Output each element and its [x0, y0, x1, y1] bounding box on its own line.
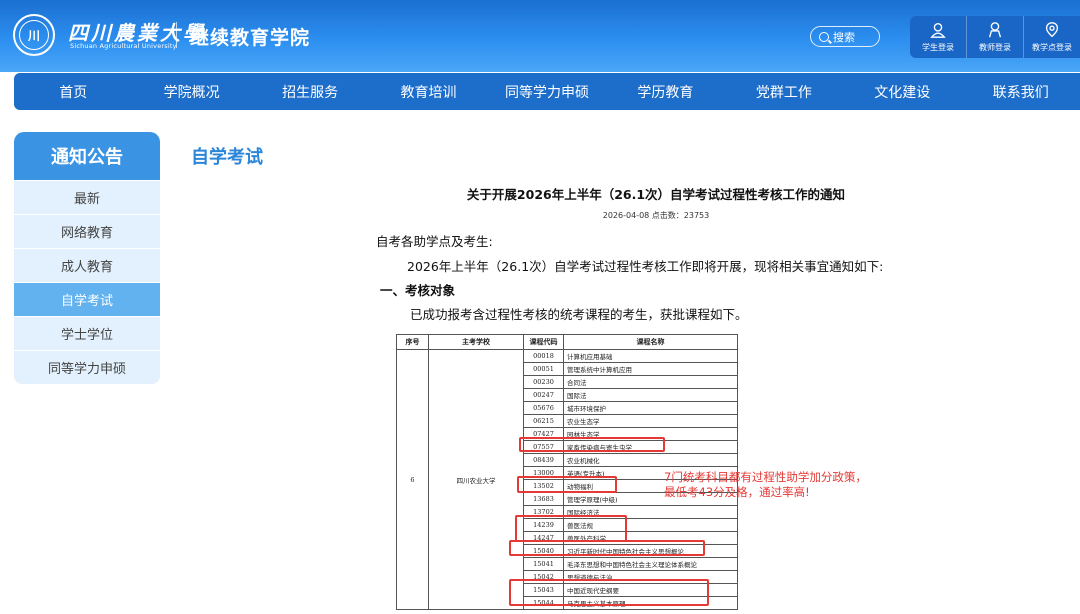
course-name-cell: 城市环境保护 — [563, 401, 738, 415]
sidebar-item-equivalent-degree[interactable]: 同等学力申硕 — [14, 351, 160, 384]
course-code-cell: 05676 — [523, 401, 564, 415]
teaching-site-login-label: 教学点登录 — [1032, 43, 1072, 52]
highlight-box — [519, 437, 665, 452]
location-pin-icon — [1045, 22, 1059, 38]
course-code-cell: 08439 — [523, 453, 564, 467]
column-header: 序号 — [396, 334, 429, 350]
nav-item-contact[interactable]: 联系我们 — [962, 73, 1080, 110]
teacher-login-button[interactable]: 教师登录 — [966, 16, 1023, 58]
annotation-line: 最低考43分及格，通过率高! — [664, 485, 810, 499]
nav-item-equivalent-degree[interactable]: 同等学力申硕 — [488, 73, 606, 110]
highlight-box — [515, 515, 627, 542]
course-code-cell: 15041 — [523, 557, 564, 571]
course-name-cell: 计算机应用基础 — [563, 349, 738, 363]
course-name-cell: 毛泽东思想和中国特色社会主义理论体系概论 — [563, 557, 738, 571]
sidebar-item-bachelor-degree[interactable]: 学士学位 — [14, 317, 160, 350]
nav-item-training[interactable]: 教育培训 — [369, 73, 487, 110]
site-header: 川 四川農業大學 Sichuan Agricultural University… — [0, 0, 1080, 72]
article-paragraph: 已成功报考含过程性考核的统考课程的考生，获批课程如下。 — [410, 307, 748, 322]
student-login-label: 学生登录 — [922, 43, 954, 52]
sidebar-item-self-study-exam[interactable]: 自学考试 — [14, 283, 160, 316]
column-header: 主考学校 — [428, 334, 524, 350]
nav-item-admissions[interactable]: 招生服务 — [251, 73, 369, 110]
table-row: 6 四川农业大学 00018 计算机应用基础 — [396, 349, 738, 610]
login-panel: 学生登录 教师登录 教学点登录 — [910, 16, 1080, 58]
course-code-cell: 00051 — [523, 362, 564, 376]
course-name-cell: 农业生态学 — [563, 414, 738, 428]
course-code-cell: 06215 — [523, 414, 564, 428]
logo-divider — [176, 22, 177, 48]
nav-item-home[interactable]: 首页 — [14, 73, 132, 110]
course-name-cell: 管理系统中计算机应用 — [563, 362, 738, 376]
sidebar-item-latest[interactable]: 最新 — [14, 181, 160, 214]
course-code-cell: 00230 — [523, 375, 564, 389]
section-title: 自学考试 — [191, 147, 263, 168]
course-code-cell: 00247 — [523, 388, 564, 402]
column-header: 课程名称 — [563, 334, 738, 350]
school-cell: 四川农业大学 — [428, 349, 524, 610]
university-seal-logo[interactable]: 川 — [13, 14, 55, 56]
university-name-en: Sichuan Agricultural University — [70, 42, 177, 50]
teacher-login-label: 教师登录 — [979, 43, 1011, 52]
course-code-cell: 13683 — [523, 492, 564, 506]
student-login-button[interactable]: 学生登录 — [910, 16, 966, 58]
seq-cell: 6 — [396, 349, 429, 610]
article-meta: 2026-04-08 点击数：23753 — [602, 211, 710, 220]
nav-item-culture[interactable]: 文化建设 — [843, 73, 961, 110]
search-box[interactable]: 搜索 — [810, 26, 880, 47]
sidebar-item-online-education[interactable]: 网络教育 — [14, 215, 160, 248]
article-paragraph: 2026年上半年（26.1次）自学考试过程性考核工作即将开展，现将相关事宜通知如… — [407, 259, 884, 274]
user-icon — [930, 23, 946, 38]
sidebar: 通知公告 最新 网络教育 成人教育 自学考试 学士学位 同等学力申硕 — [14, 132, 160, 384]
college-name[interactable]: 继续教育学院 — [190, 23, 310, 50]
highlight-box — [517, 476, 617, 493]
course-name-cell: 国际法 — [563, 388, 738, 402]
sidebar-item-adult-education[interactable]: 成人教育 — [14, 249, 160, 282]
column-header: 课程代码 — [523, 334, 564, 350]
nav-item-about[interactable]: 学院概况 — [132, 73, 250, 110]
highlight-box — [509, 540, 705, 556]
course-name-cell: 农业机械化 — [563, 453, 738, 467]
course-name-cell: 合同法 — [563, 375, 738, 389]
search-icon — [819, 31, 829, 42]
search-placeholder: 搜索 — [833, 30, 855, 44]
article-paragraph: 自考各助学点及考生: — [376, 234, 493, 249]
teaching-site-login-button[interactable]: 教学点登录 — [1023, 16, 1080, 58]
highlight-box — [509, 579, 709, 606]
table-header-row: 序号 主考学校 课程代码 课程名称 — [396, 334, 738, 350]
main-nav: 首页 学院概况 招生服务 教育培训 同等学力申硕 学历教育 党群工作 文化建设 … — [14, 73, 1080, 110]
teacher-icon — [988, 22, 1002, 38]
annotation-note: 7门统考科目都有过程性助学加分政策， 最低考43分及格，通过率高! — [664, 470, 867, 500]
annotation-line: 7门统考科目都有过程性助学加分政策， — [664, 470, 867, 484]
nav-item-party-work[interactable]: 党群工作 — [725, 73, 843, 110]
article-heading: 一、考核对象 — [380, 283, 456, 298]
article-title: 关于开展2026年上半年（26.1次）自学考试过程性考核工作的通知 — [466, 187, 846, 202]
nav-item-academic-education[interactable]: 学历教育 — [606, 73, 724, 110]
sidebar-title: 通知公告 — [14, 132, 160, 180]
course-code-cell: 00018 — [523, 349, 564, 363]
